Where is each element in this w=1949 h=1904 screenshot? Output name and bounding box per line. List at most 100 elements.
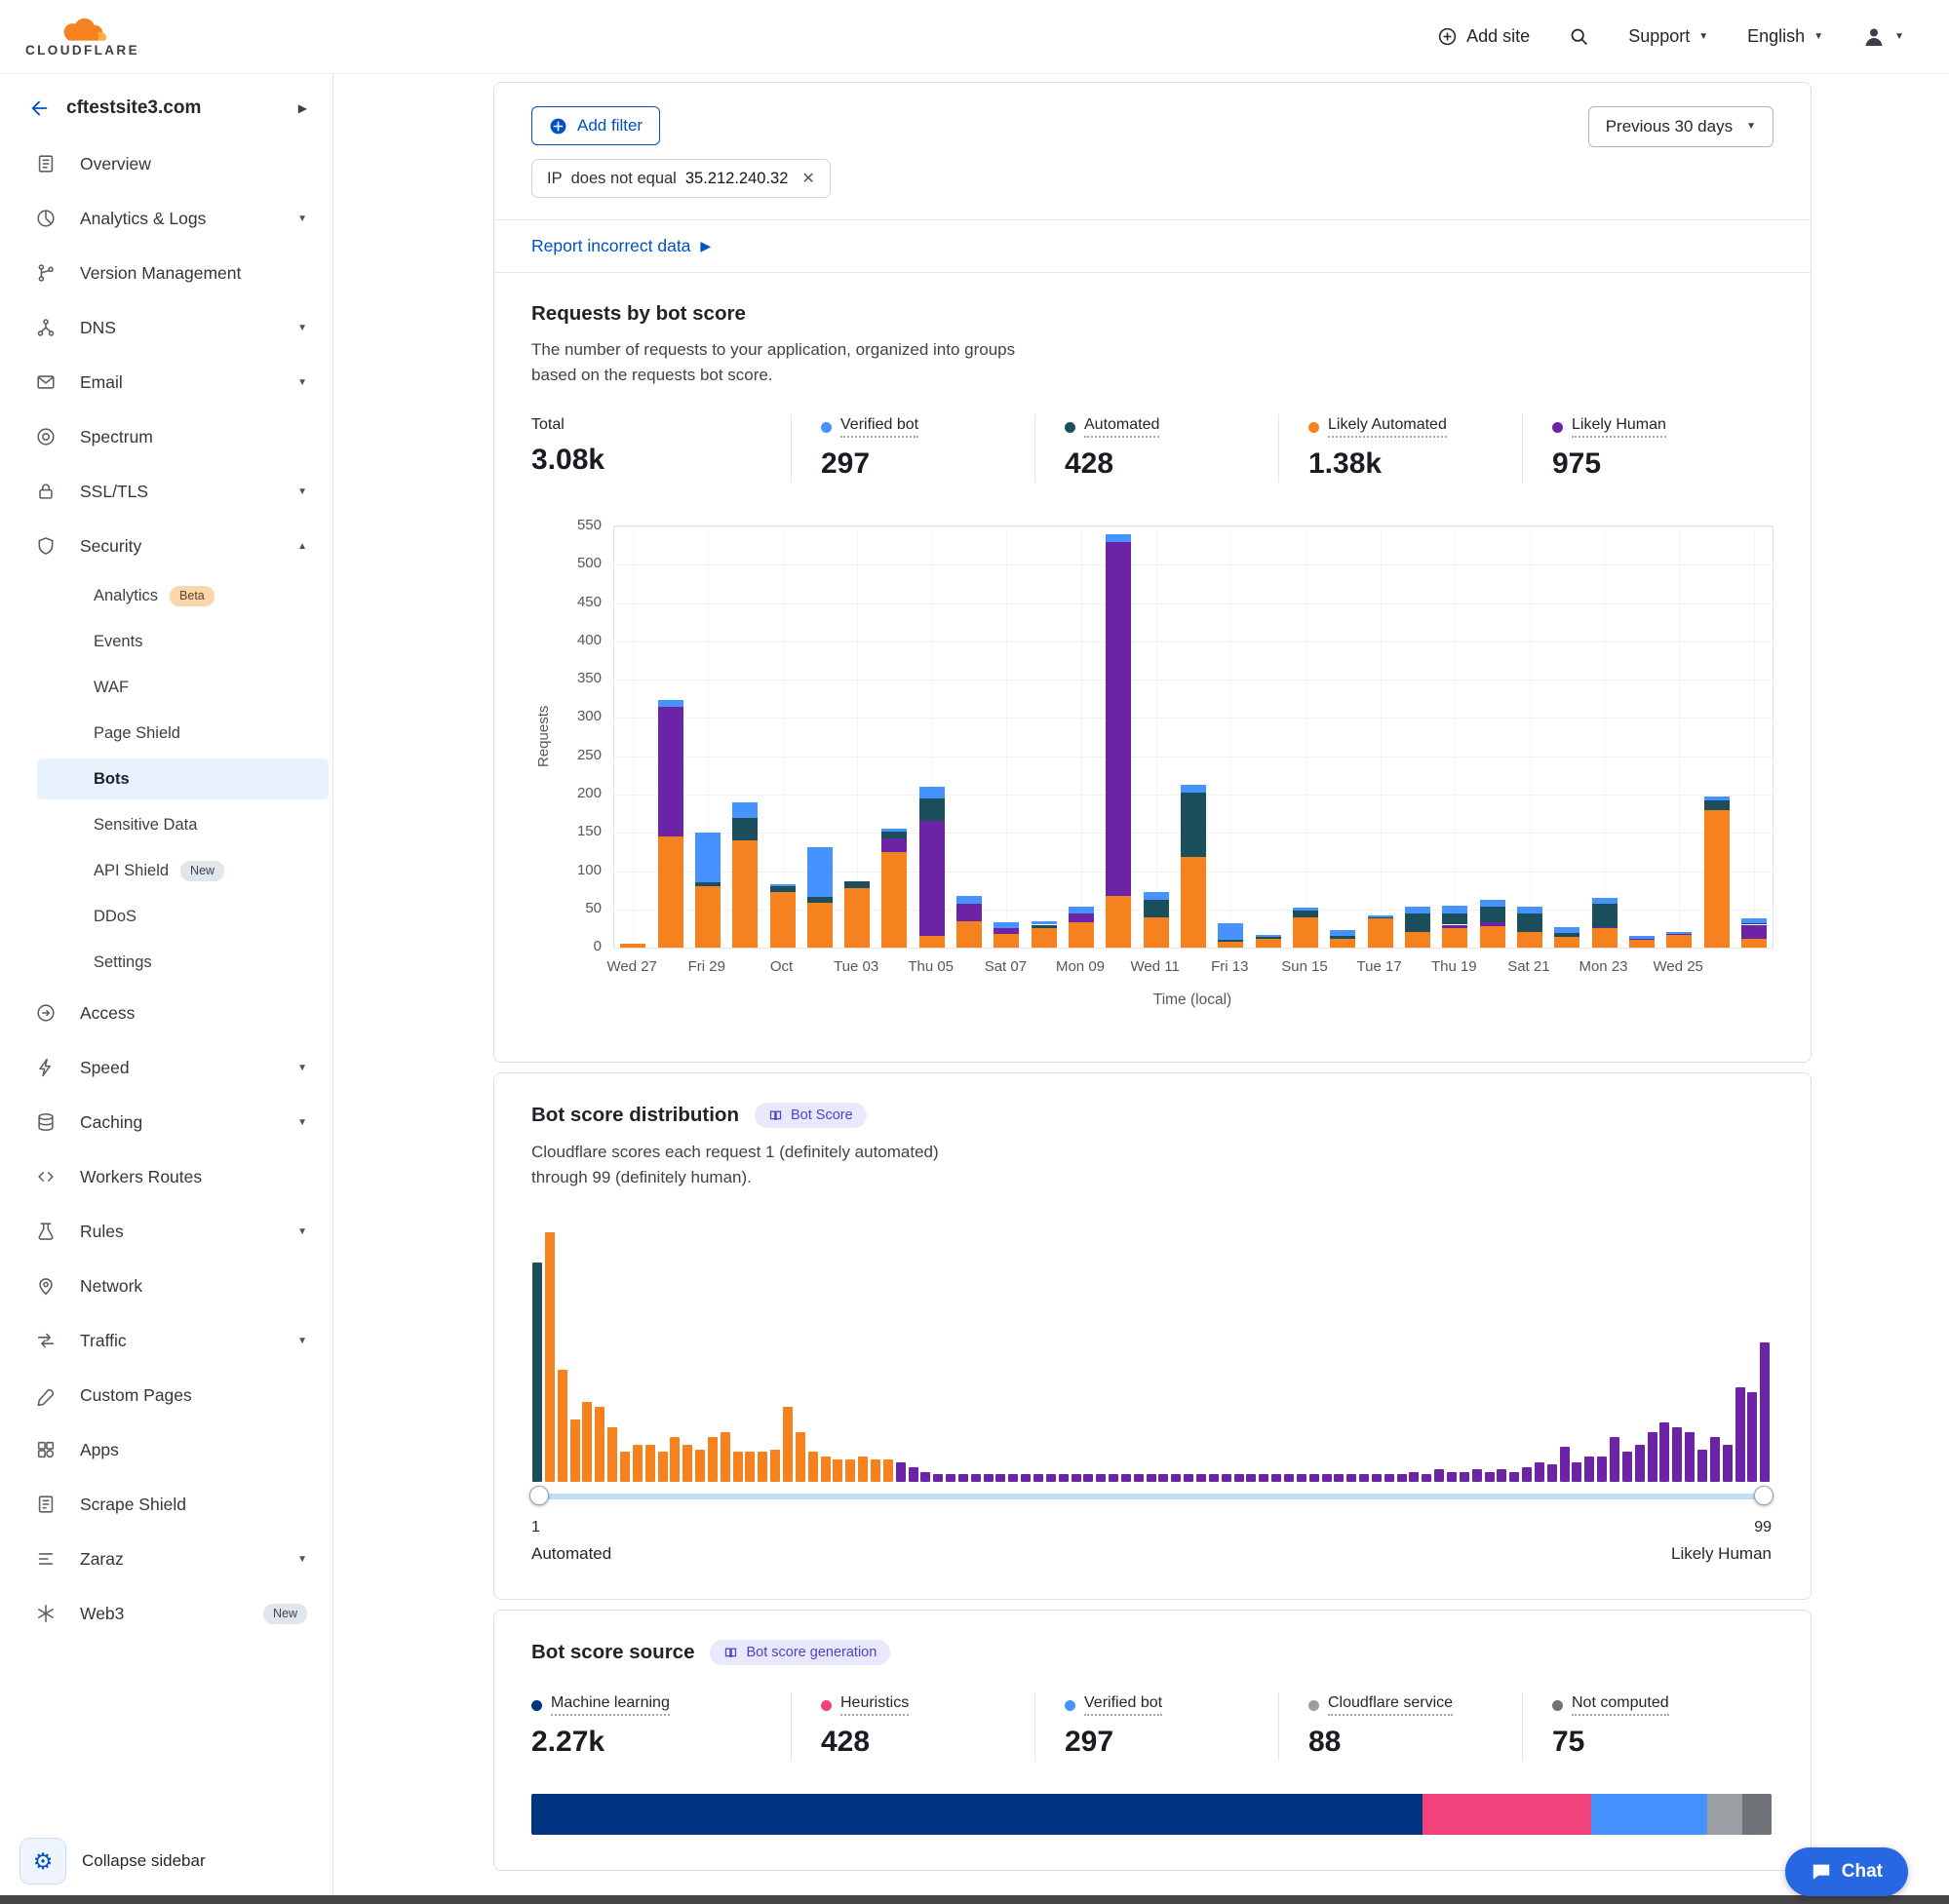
user-icon [1862, 25, 1886, 49]
sidebar-item-page-shield[interactable]: Page Shield [0, 711, 332, 757]
chat-button[interactable]: Chat [1785, 1847, 1908, 1896]
sidebar-item-analytics-logs[interactable]: Analytics & Logs▼ [0, 191, 332, 246]
bot-score-generation-badge[interactable]: Bot score generation [710, 1640, 890, 1665]
sidebar-item-scrape-shield[interactable]: Scrape Shield [0, 1477, 332, 1532]
stat-label[interactable]: Verified bot [821, 416, 918, 438]
search-button[interactable] [1569, 26, 1589, 47]
report-incorrect-data-link[interactable]: Report incorrect data ▶ [494, 219, 1811, 273]
stat-likely-human: Likely Human975 [1522, 414, 1766, 483]
sidebar-item-apps[interactable]: Apps [0, 1422, 332, 1477]
bar-segment [1368, 915, 1393, 917]
chevron-up-icon[interactable]: ▲ [297, 541, 307, 552]
cloudflare-logo[interactable]: CLOUDFLARE [25, 17, 139, 58]
stat-label[interactable]: Likely Automated [1308, 416, 1447, 438]
sidebar-item-web3[interactable]: Web3New [0, 1586, 332, 1641]
sidebar-item-waf[interactable]: WAF [0, 665, 332, 711]
stat-label[interactable]: Not computed [1552, 1694, 1669, 1716]
sidebar-item-access[interactable]: Access [0, 986, 332, 1040]
histogram-bar [1134, 1474, 1144, 1482]
chevron-down-icon[interactable]: ▼ [297, 1336, 307, 1346]
chevron-down-icon: ▼ [1698, 32, 1708, 42]
histogram-bar [946, 1474, 955, 1482]
bar-segment [770, 892, 796, 948]
chevron-down-icon[interactable]: ▼ [297, 1117, 307, 1128]
sidebar-item-overview[interactable]: Overview [0, 136, 332, 191]
support-menu[interactable]: Support ▼ [1628, 26, 1708, 47]
back-arrow-icon[interactable] [29, 97, 51, 119]
gear-icon[interactable]: ⚙ [19, 1838, 66, 1885]
chevron-down-icon[interactable]: ▼ [297, 486, 307, 497]
chevron-down-icon[interactable]: ▼ [297, 377, 307, 388]
x-tick-label: Sat 07 [964, 958, 1046, 975]
speed-icon [33, 1055, 58, 1080]
histogram-bar [633, 1445, 643, 1482]
cloudflare-cloud-icon [40, 17, 126, 46]
sidebar-item-api-shield[interactable]: API ShieldNew [0, 848, 332, 894]
bar-segment [994, 928, 1019, 934]
sidebar-item-sensitive-data[interactable]: Sensitive Data [0, 802, 332, 848]
sidebar-item-events[interactable]: Events [0, 619, 332, 665]
sidebar-item-bots[interactable]: Bots [37, 758, 329, 799]
stat-label[interactable]: Heuristics [821, 1694, 909, 1716]
chevron-down-icon[interactable]: ▼ [297, 214, 307, 224]
bar-segment [1106, 896, 1131, 948]
bar-segment [1144, 900, 1169, 916]
bar-segment [1330, 930, 1355, 936]
slider-handle-min[interactable] [529, 1486, 549, 1505]
filter-chip[interactable]: IP does not equal 35.212.240.32 ✕ [531, 159, 831, 198]
sidebar-item-dns[interactable]: DNS▼ [0, 300, 332, 355]
sidebar-item-spectrum[interactable]: Spectrum [0, 409, 332, 464]
stat-label[interactable]: Verified bot [1065, 1694, 1162, 1716]
add-filter-button[interactable]: Add filter [531, 106, 660, 145]
sidebar-item-ssl-tls[interactable]: SSL/TLS▼ [0, 464, 332, 519]
sidebar-item-zaraz[interactable]: Zaraz▼ [0, 1532, 332, 1586]
chevron-down-icon[interactable]: ▼ [297, 1554, 307, 1565]
histogram-bar [545, 1232, 555, 1482]
slider-handle-max[interactable] [1754, 1486, 1774, 1505]
sidebar-item-rules[interactable]: Rules▼ [0, 1204, 332, 1259]
chevron-down-icon[interactable]: ▼ [297, 1063, 307, 1073]
sidebar-item-settings[interactable]: Settings [0, 940, 332, 986]
x-tick-label: Wed 25 [1637, 958, 1719, 975]
sidebar-item-traffic[interactable]: Traffic ▼ [0, 1313, 332, 1368]
chevron-right-icon[interactable]: ▶ [298, 101, 307, 115]
sidebar-item-workers-routes[interactable]: Workers Routes [0, 1149, 332, 1204]
stat-label[interactable]: Cloudflare service [1308, 1694, 1453, 1716]
stat-label-text: Not computed [1572, 1694, 1669, 1716]
sidebar-item-label: Traffic [80, 1331, 276, 1351]
chevron-down-icon[interactable]: ▼ [297, 1226, 307, 1237]
histogram-bar [1648, 1432, 1657, 1482]
sidebar-item-label: WAF [94, 679, 129, 697]
sidebar-item-version-management[interactable]: Version Management [0, 246, 332, 300]
stat-label[interactable]: Automated [1065, 416, 1159, 438]
language-menu[interactable]: English ▼ [1747, 26, 1823, 47]
requests-plot [613, 525, 1774, 949]
sidebar-item-security[interactable]: Security▲ [0, 519, 332, 573]
bar-segment [1442, 925, 1467, 929]
sidebar-item-analytics[interactable]: AnalyticsBeta [0, 573, 332, 619]
sidebar-item-caching[interactable]: Caching▼ [0, 1095, 332, 1149]
stat-label[interactable]: Likely Human [1552, 416, 1666, 438]
sidebar-item-speed[interactable]: Speed▼ [0, 1040, 332, 1095]
sidebar-item-custom-pages[interactable]: Custom Pages [0, 1368, 332, 1422]
add-site-button[interactable]: Add site [1437, 26, 1530, 47]
chevron-down-icon[interactable]: ▼ [297, 323, 307, 333]
grid-line [614, 757, 1773, 758]
time-range-selector[interactable]: Previous 30 days ▼ [1588, 106, 1774, 147]
stat-label[interactable]: Machine learning [531, 1694, 670, 1716]
source-title-row: Bot score source Bot score generation [531, 1640, 1774, 1665]
account-menu[interactable]: ▼ [1862, 25, 1904, 49]
sidebar-item-ddos[interactable]: DDoS [0, 894, 332, 940]
bar-segment [658, 700, 683, 706]
histogram-bar [1309, 1474, 1319, 1482]
bar-segment [1704, 797, 1730, 801]
bot-score-badge[interactable]: Bot Score [755, 1103, 867, 1128]
sidebar-item-email[interactable]: Email▼ [0, 355, 332, 409]
sidebar: cftestsite3.com ▶ OverviewAnalytics & Lo… [0, 74, 333, 1904]
sidebar-item-network[interactable]: Network [0, 1259, 332, 1313]
histogram-bar [995, 1474, 1005, 1482]
sidebar-item-label: Access [80, 1003, 307, 1024]
close-icon[interactable]: ✕ [801, 169, 814, 188]
collapse-sidebar[interactable]: ⚙ Collapse sidebar [0, 1826, 332, 1904]
bar-segment [1256, 937, 1281, 939]
